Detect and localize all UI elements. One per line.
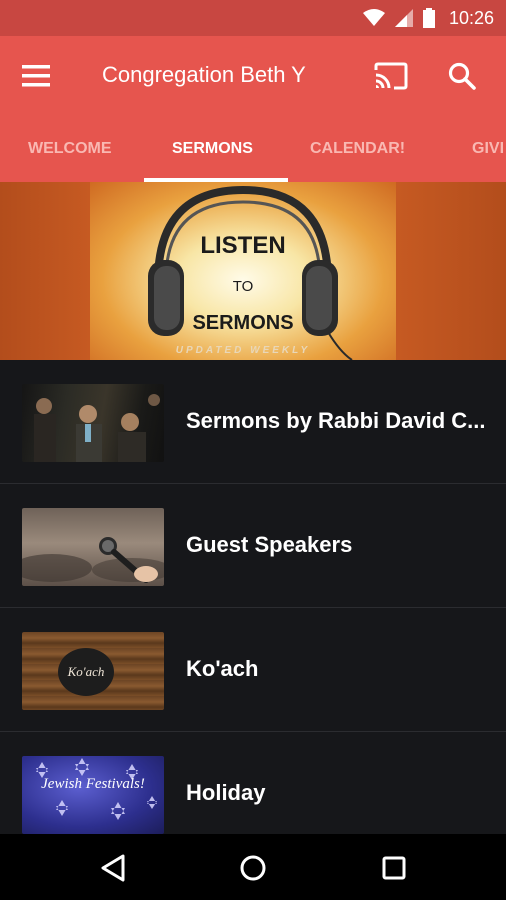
banner-line-2: TO — [232, 278, 254, 295]
banner-line-3: SERMONS — [192, 312, 294, 334]
list-item-label: Ko'ach — [186, 656, 259, 681]
back-icon — [101, 854, 125, 882]
app-title: Congregation Beth Y — [102, 62, 338, 94]
tab-welcome[interactable]: WELCOME — [28, 116, 112, 182]
thumb-wood-logo: Ko'ach — [22, 632, 164, 710]
thumb-stars-photo: Jewish Festivals! — [22, 756, 164, 834]
status-time: 10:26 — [448, 7, 494, 28]
list-item-label: Sermons by Rabbi David C... — [186, 408, 486, 433]
list-item-label: Holiday — [186, 780, 266, 805]
menu-button[interactable] — [22, 60, 58, 92]
speakers-image — [34, 394, 160, 462]
signal-icon — [394, 9, 413, 27]
microphone-image — [22, 537, 164, 583]
banner-edge-left — [0, 182, 90, 360]
banner-subtitle: UPDATED WEEKLY — [175, 345, 311, 356]
list-item-guest-speakers[interactable]: Guest Speakers — [0, 484, 506, 608]
list-item-label: Guest Speakers — [186, 532, 353, 557]
home-icon — [240, 855, 266, 881]
cast-icon — [374, 62, 408, 90]
list-item-holiday[interactable]: Jewish Festivals! Holiday — [0, 732, 506, 834]
sermon-category-list: Sermons by Rabbi David C... Guest Speake… — [0, 360, 506, 834]
holiday-thumb-text: Jewish Festivals! — [41, 776, 145, 792]
cast-button[interactable] — [374, 58, 414, 94]
banner-image: LISTEN TO SERMONS UPDATED WEEKLY — [90, 182, 396, 360]
menu-icon — [22, 65, 50, 87]
banner-line-1: LISTEN — [200, 232, 286, 259]
app-title-text: Congregation Beth Y — [102, 62, 306, 87]
battery-icon — [422, 8, 435, 28]
status-bar: 10:26 — [0, 0, 506, 36]
sermons-banner: LISTEN TO SERMONS UPDATED WEEKLY — [0, 182, 506, 360]
app-bar: Congregation Beth Y — [0, 36, 506, 116]
title-fade — [302, 62, 338, 94]
list-item-rabbi-sermons[interactable]: Sermons by Rabbi David C... — [0, 360, 506, 484]
search-icon — [448, 62, 476, 90]
thumb-microphone-photo — [22, 508, 164, 586]
list-item-koach[interactable]: Ko'ach Ko'ach — [0, 608, 506, 732]
stars-image — [36, 758, 157, 820]
koach-logo-text: Ko'ach — [67, 664, 105, 679]
banner-edge-right — [396, 182, 506, 360]
tab-calendar[interactable]: CALENDAR! — [310, 116, 405, 182]
tab-sermons[interactable]: SERMONS — [172, 116, 253, 182]
back-button[interactable] — [94, 848, 134, 888]
tab-bar: WELCOME SERMONS CALENDAR! GIVI — [0, 116, 506, 182]
thumb-speakers-photo — [22, 384, 164, 462]
home-button[interactable] — [233, 848, 273, 888]
wifi-icon — [362, 9, 385, 26]
search-button[interactable] — [448, 58, 486, 94]
recents-button[interactable] — [374, 848, 414, 888]
tab-giving[interactable]: GIVI — [472, 116, 504, 182]
recents-icon — [382, 856, 406, 880]
system-nav-bar — [0, 834, 506, 900]
